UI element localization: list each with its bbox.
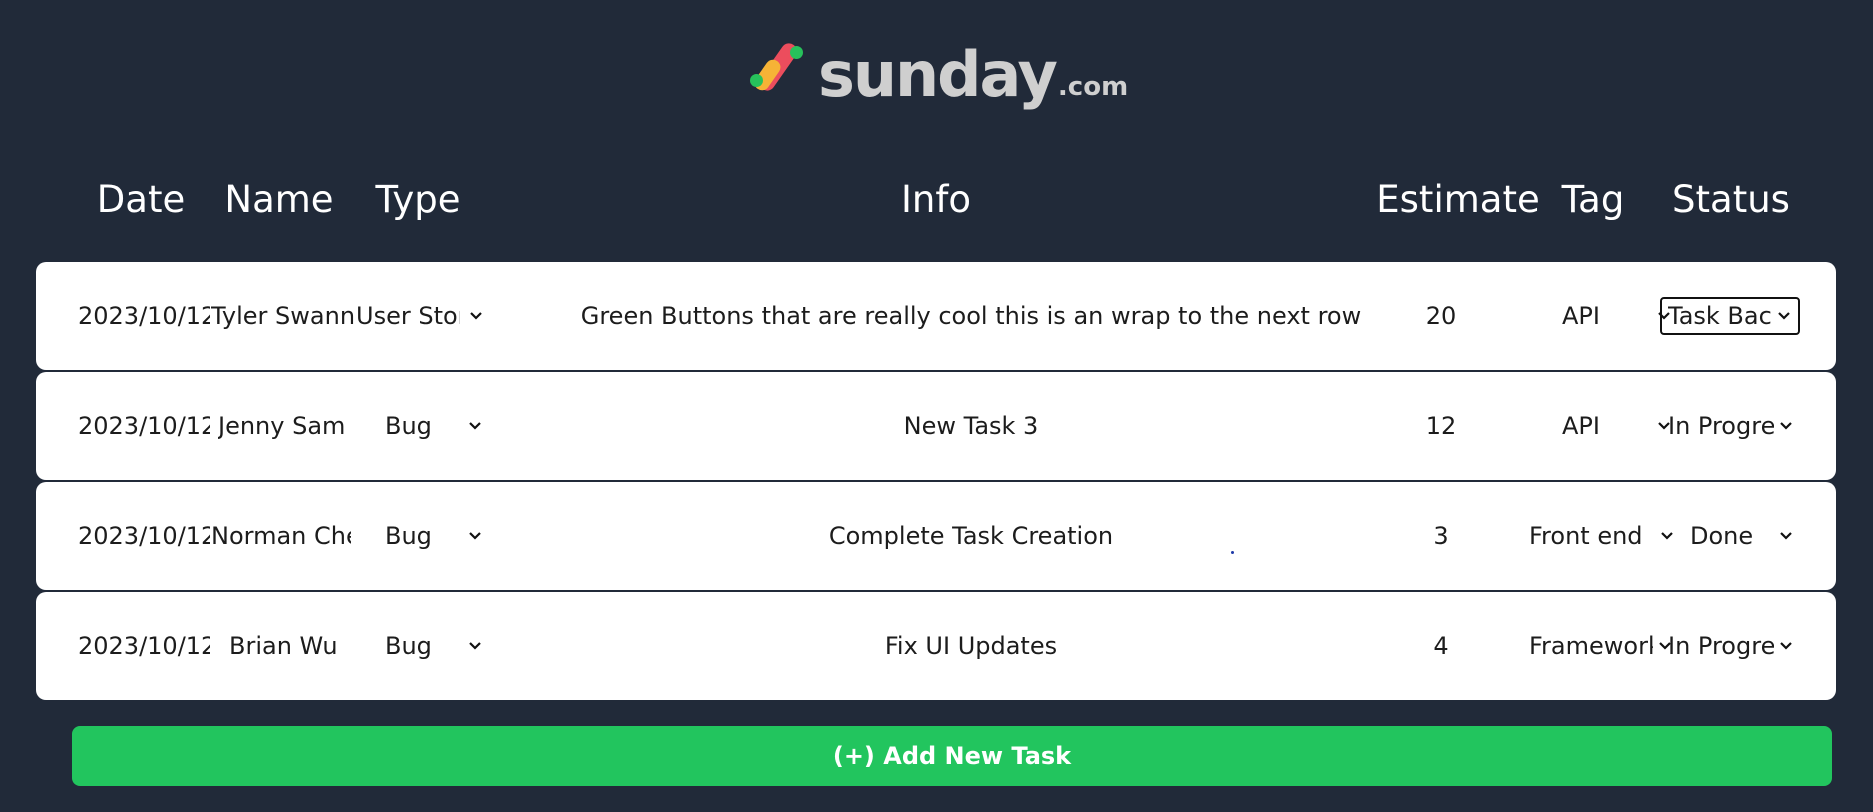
column-header-type: Type <box>375 178 461 221</box>
task-estimate: 20 <box>1425 302 1457 330</box>
type-select[interactable]: Bug <box>385 517 495 555</box>
chevron-down-icon <box>1776 416 1796 436</box>
stray-dot <box>1231 551 1234 554</box>
status-select[interactable]: Task Backlog <box>1660 297 1800 335</box>
type-select[interactable]: User Story <box>356 297 492 335</box>
column-header-tag: Tag <box>1561 178 1625 221</box>
task-estimate: 4 <box>1433 632 1449 660</box>
column-header-estimate: Estimate <box>1376 178 1540 221</box>
logo-suffix: .com <box>1057 72 1129 102</box>
chevron-down-icon <box>466 306 486 326</box>
task-row: 2023/10/12 Norman Chen Bug Complete Task… <box>36 482 1836 590</box>
task-date: 2023/10/12 <box>78 632 210 660</box>
task-name: Norman Chen <box>211 522 351 550</box>
chevron-down-icon <box>1776 526 1796 546</box>
status-select-value: Done <box>1690 522 1754 550</box>
chevron-down-icon <box>1657 526 1677 546</box>
status-select-value: In Progress <box>1668 632 1774 660</box>
task-name: Brian Wu <box>229 632 338 660</box>
logo: sunday .com <box>748 38 1128 118</box>
task-info: Fix UI Updates <box>884 632 1058 660</box>
task-name: Tyler Swann <box>211 302 356 330</box>
type-select-value: Bug <box>385 632 432 660</box>
tag-select-value: Front end <box>1529 522 1643 550</box>
status-select-value: Task Backlog <box>1668 302 1772 330</box>
chevron-down-icon <box>465 416 485 436</box>
task-info: Complete Task Creation <box>828 522 1114 550</box>
task-info: New Task 3 <box>903 412 1039 440</box>
column-header-info: Info <box>900 178 972 221</box>
task-name: Jenny Sam <box>218 412 346 440</box>
column-header-status: Status <box>1672 178 1790 221</box>
status-select[interactable]: In Progress <box>1668 407 1808 445</box>
chevron-down-icon <box>465 636 485 656</box>
task-row: 2023/10/12 Brian Wu Bug Fix UI Updates 4… <box>36 592 1836 700</box>
type-select-value: User Story <box>356 302 460 330</box>
task-date: 2023/10/12 <box>78 412 210 440</box>
column-header-date: Date <box>96 178 186 221</box>
task-info: Green Buttons that are really cool this … <box>580 302 1362 330</box>
add-new-task-button[interactable]: (+) Add New Task <box>72 726 1832 786</box>
task-row: 2023/10/12 Tyler Swann User Story Green … <box>36 262 1836 370</box>
status-select-value: In Progress <box>1668 412 1774 440</box>
column-header-name: Name <box>224 178 334 221</box>
task-date: 2023/10/12 <box>78 302 210 330</box>
status-select[interactable]: In Progress <box>1668 627 1808 665</box>
type-select-value: Bug <box>385 522 432 550</box>
type-select[interactable]: Bug <box>385 407 495 445</box>
task-row: 2023/10/12 Jenny Sam Bug New Task 3 12 A… <box>36 372 1836 480</box>
tag-select-value: API <box>1562 302 1600 330</box>
type-select[interactable]: Bug <box>385 627 495 665</box>
task-date: 2023/10/12 <box>78 522 210 550</box>
tag-select[interactable]: Front end <box>1529 517 1699 555</box>
task-estimate: 3 <box>1433 522 1449 550</box>
task-estimate: 12 <box>1425 412 1457 440</box>
tag-select-value: Framework <box>1529 632 1653 660</box>
sunday-logo-icon <box>748 38 808 104</box>
tag-select-value: API <box>1562 412 1600 440</box>
chevron-down-icon <box>1776 636 1796 656</box>
chevron-down-icon <box>465 526 485 546</box>
status-select[interactable]: Done <box>1690 517 1810 555</box>
type-select-value: Bug <box>385 412 432 440</box>
logo-wordmark: sunday <box>818 38 1058 111</box>
chevron-down-icon <box>1774 306 1794 326</box>
